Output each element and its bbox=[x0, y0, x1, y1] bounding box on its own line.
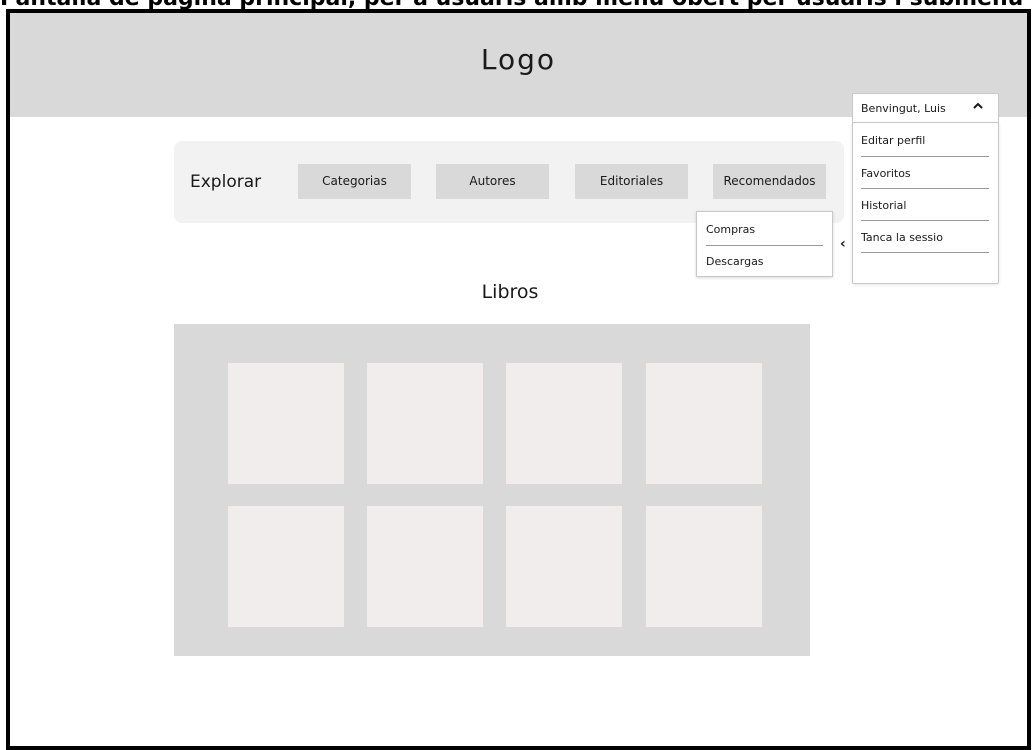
book-card[interactable] bbox=[228, 506, 344, 627]
authors-button[interactable]: Autores bbox=[436, 164, 549, 199]
logo[interactable]: Logo bbox=[10, 43, 1027, 76]
book-card[interactable] bbox=[367, 363, 483, 484]
book-card[interactable] bbox=[646, 506, 762, 627]
explore-label: Explorar bbox=[190, 172, 262, 192]
purchases-submenu: Compras Descargas bbox=[696, 211, 833, 277]
chevron-up-icon bbox=[972, 100, 984, 115]
user-greeting: Benvingut, Luis bbox=[861, 102, 946, 115]
user-menu-button[interactable]: Benvingut, Luis bbox=[852, 93, 999, 125]
categories-button[interactable]: Categorias bbox=[298, 164, 411, 199]
menu-divider bbox=[861, 220, 989, 221]
menu-item-logout[interactable]: Tanca la sessio bbox=[861, 224, 989, 252]
chevron-left-icon[interactable]: ‹ bbox=[840, 236, 846, 252]
books-title: Libros bbox=[481, 281, 539, 303]
books-grid bbox=[174, 324, 810, 656]
book-card[interactable] bbox=[228, 363, 344, 484]
app-frame: Logo Explorar Categorias Autores Editori… bbox=[6, 9, 1031, 750]
submenu-item-compras[interactable]: Compras bbox=[706, 215, 824, 245]
menu-item-favorites[interactable]: Favoritos bbox=[861, 160, 989, 188]
submenu-divider bbox=[706, 245, 823, 246]
menu-divider bbox=[861, 188, 989, 189]
recommended-button[interactable]: Recomendados bbox=[713, 164, 826, 199]
menu-item-edit-profile[interactable]: Editar perfil bbox=[861, 127, 989, 155]
book-card[interactable] bbox=[367, 506, 483, 627]
menu-divider bbox=[861, 156, 989, 157]
user-dropdown: Editar perfil Favoritos Historial Tanca … bbox=[852, 122, 999, 284]
book-card[interactable] bbox=[506, 363, 622, 484]
book-card[interactable] bbox=[646, 363, 762, 484]
menu-item-history[interactable]: Historial bbox=[861, 192, 989, 220]
publishers-button[interactable]: Editoriales bbox=[575, 164, 688, 199]
menu-divider bbox=[861, 252, 989, 253]
book-card[interactable] bbox=[506, 506, 622, 627]
submenu-item-descargas[interactable]: Descargas bbox=[706, 247, 824, 277]
